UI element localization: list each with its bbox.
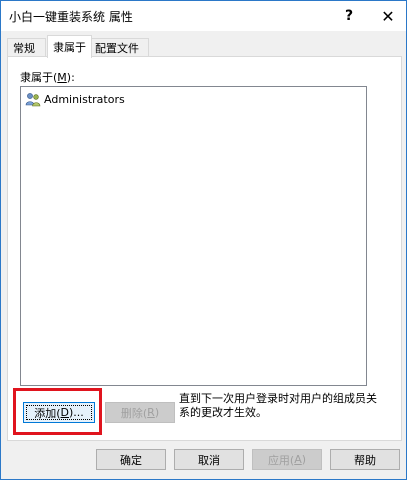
ok-button[interactable]: 确定 bbox=[96, 449, 166, 470]
tab-general[interactable]: 常规 bbox=[7, 38, 46, 57]
tab-profile-label: 配置文件 bbox=[95, 42, 139, 55]
title-bar: 小白一键重装系统 属性 ? ✕ bbox=[1, 1, 406, 31]
member-of-panel: 隶属于(M): Administrators 添加(D)... 删除(R) 直到… bbox=[7, 56, 402, 441]
properties-dialog: 小白一键重装系统 属性 ? ✕ 常规 隶属于 配置文件 隶属于(M): Admi… bbox=[0, 0, 407, 480]
help-footer-button[interactable]: 帮助 bbox=[330, 449, 400, 470]
window-title: 小白一键重装系统 属性 bbox=[9, 10, 133, 24]
membership-note: 直到下一次用户登录时对用户的组成员关系的更改才生效。 bbox=[179, 392, 377, 419]
tab-member-of[interactable]: 隶属于 bbox=[47, 35, 92, 58]
member-of-listbox[interactable]: Administrators bbox=[20, 86, 367, 386]
group-icon bbox=[25, 93, 41, 107]
close-button[interactable]: ✕ bbox=[370, 1, 406, 31]
list-item[interactable]: Administrators bbox=[25, 91, 125, 107]
remove-button[interactable]: 删除(R) bbox=[105, 402, 175, 423]
cancel-button[interactable]: 取消 bbox=[174, 449, 244, 470]
apply-button[interactable]: 应用(A) bbox=[252, 449, 322, 470]
tab-profile[interactable]: 配置文件 bbox=[89, 38, 149, 57]
help-button[interactable]: ? bbox=[331, 1, 367, 31]
tab-strip: 常规 隶属于 配置文件 bbox=[7, 35, 402, 58]
highlight-annotation bbox=[13, 388, 102, 435]
group-name: Administrators bbox=[44, 92, 125, 106]
tab-general-label: 常规 bbox=[13, 42, 35, 55]
member-of-label: 隶属于(M): bbox=[20, 71, 75, 84]
tab-member-of-label: 隶属于 bbox=[53, 41, 86, 54]
